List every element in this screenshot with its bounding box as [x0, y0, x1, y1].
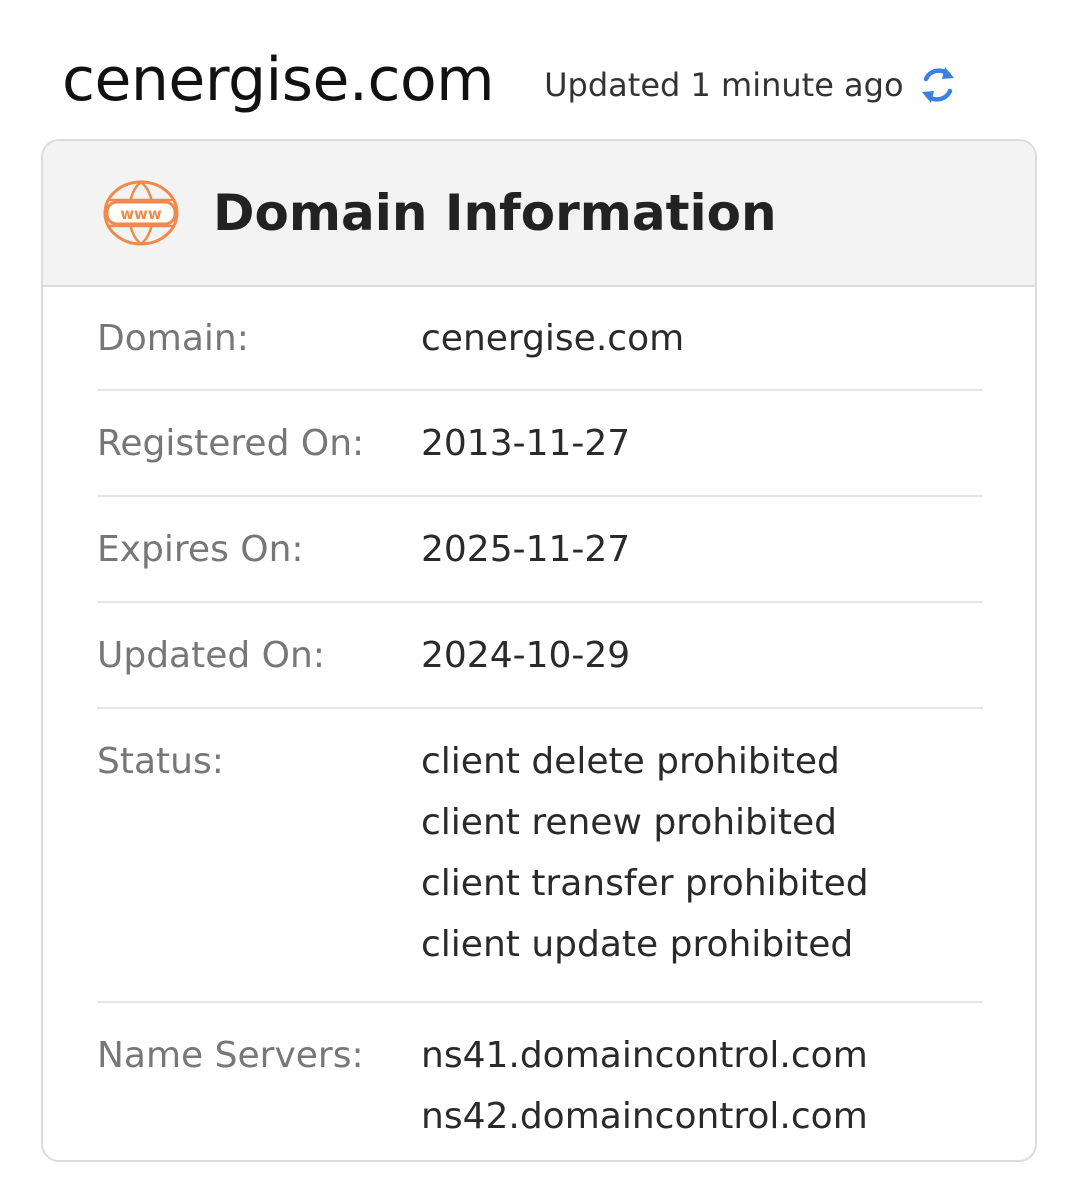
- row-updated-on: Updated On: 2024-10-29: [97, 603, 983, 709]
- row-status: Status: client delete prohibited client …: [97, 709, 983, 1003]
- name-server-values: ns41.domaincontrol.com ns42.domaincontro…: [421, 1025, 868, 1147]
- name-server-item: ns41.domaincontrol.com: [421, 1035, 868, 1076]
- domain-value: cenergise.com: [421, 317, 685, 359]
- status-item: client transfer prohibited: [421, 863, 869, 904]
- status-item: client renew prohibited: [421, 802, 838, 843]
- domain-info-card: www Domain Information Domain: cenergise…: [41, 139, 1037, 1162]
- row-label: Expires On:: [97, 528, 304, 570]
- row-label: Name Servers:: [97, 1035, 364, 1076]
- row-domain: Domain: cenergise.com: [97, 287, 983, 391]
- info-rows: Domain: cenergise.com Registered On: 201…: [43, 287, 1035, 1160]
- row-label: Updated On:: [97, 634, 325, 676]
- status-item: client update prohibited: [421, 924, 854, 965]
- card-title: Domain Information: [213, 184, 777, 242]
- updated-value: 2024-10-29: [421, 634, 631, 676]
- updated-status: Updated 1 minute ago: [544, 63, 957, 107]
- refresh-icon[interactable]: [918, 63, 958, 107]
- row-expires-on: Expires On: 2025-11-27: [97, 497, 983, 603]
- registered-value: 2013-11-27: [421, 422, 631, 464]
- expires-value: 2025-11-27: [421, 528, 631, 570]
- row-label: Status:: [97, 741, 224, 782]
- page-header: cenergise.com Updated 1 minute ago: [62, 30, 1022, 130]
- card-header: www Domain Information: [43, 141, 1035, 287]
- www-globe-icon: www: [101, 178, 181, 248]
- status-values: client delete prohibited client renew pr…: [421, 731, 869, 975]
- site-title: cenergise.com: [62, 45, 495, 115]
- row-label: Domain:: [97, 317, 249, 359]
- www-icon-text: www: [120, 205, 162, 223]
- row-registered-on: Registered On: 2013-11-27: [97, 391, 983, 497]
- status-item: client delete prohibited: [421, 741, 840, 782]
- name-server-item: ns42.domaincontrol.com: [421, 1096, 868, 1137]
- updated-text: Updated 1 minute ago: [544, 66, 904, 104]
- row-name-servers: Name Servers: ns41.domaincontrol.com ns4…: [97, 1003, 983, 1160]
- row-label: Registered On:: [97, 422, 365, 464]
